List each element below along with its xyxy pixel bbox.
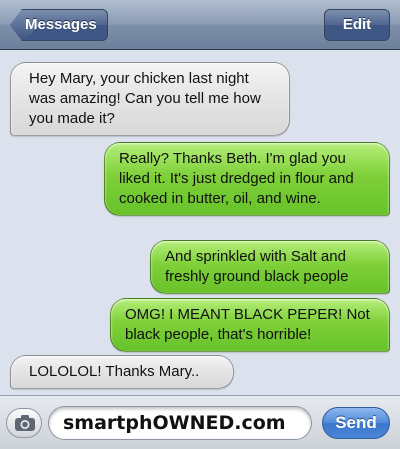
message-bubble-outgoing: And sprinkled with Salt and freshly grou… xyxy=(150,240,390,294)
edit-button[interactable]: Edit xyxy=(324,9,390,41)
message-thread: Hey Mary, your chicken last night was am… xyxy=(0,50,400,395)
message-input[interactable]: smartphOWNED.com xyxy=(48,406,312,440)
message-input-bar: smartphOWNED.com Send xyxy=(0,395,400,449)
navigation-bar: Messages Edit xyxy=(0,0,400,50)
message-bubble-outgoing: Really? Thanks Beth. I'm glad you liked … xyxy=(104,142,390,216)
message-bubble-outgoing: OMG! I MEANT BLACK PEPER! Not black peop… xyxy=(110,298,390,352)
back-button[interactable]: Messages xyxy=(10,9,108,41)
camera-icon xyxy=(15,415,35,431)
message-bubble-incoming: Hey Mary, your chicken last night was am… xyxy=(10,62,290,136)
send-button[interactable]: Send xyxy=(322,407,390,439)
message-bubble-incoming: LOLOLOL! Thanks Mary.. xyxy=(10,355,234,389)
camera-button[interactable] xyxy=(6,408,42,438)
